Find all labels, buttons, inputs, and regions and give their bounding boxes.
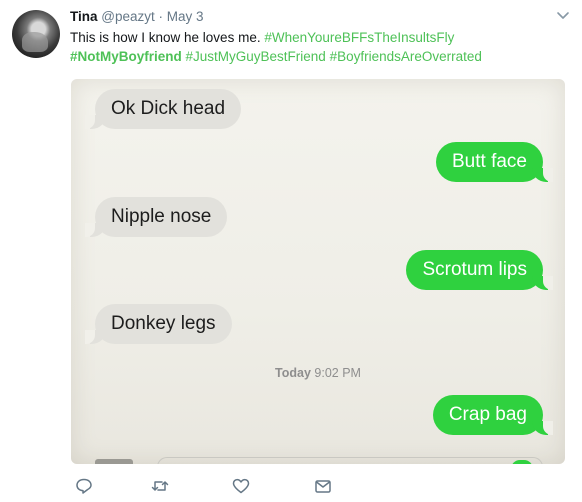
separator-dot: ·	[158, 9, 164, 24]
timestamp-day: Today	[275, 366, 311, 380]
direct-message-button[interactable]	[313, 476, 333, 496]
message-input-field	[157, 457, 543, 464]
like-button[interactable]	[231, 476, 251, 496]
hashtag-links[interactable]: #JustMyGuyBestFriend #BoyfriendsAreOverr…	[182, 49, 482, 64]
message-bubble-sent: Scrotum lips	[406, 250, 553, 290]
message-timestamp: Today 9:02 PM	[71, 366, 565, 380]
author-handle[interactable]: @peazyt	[101, 9, 154, 24]
avatar[interactable]	[12, 10, 60, 58]
reply-button[interactable]	[74, 476, 94, 496]
like-icon	[232, 478, 250, 494]
tweet-date[interactable]: May 3	[167, 9, 204, 24]
tweet-text: This is how I know he loves me. #WhenYou…	[70, 28, 570, 66]
tweet-text-plain: This is how I know he loves me.	[70, 30, 265, 45]
message-bubble-sent: Crap bag	[432, 395, 554, 435]
hashtag-link[interactable]: #NotMyBoyfriend	[70, 49, 182, 64]
message-bubble-received: Ok Dick head	[84, 89, 242, 129]
tweet-media-image[interactable]: Ok Dick head Butt face Nipple nose Scrot…	[71, 79, 565, 464]
message-bubble-received: Nipple nose	[84, 197, 228, 237]
reply-icon	[76, 478, 92, 494]
retweet-icon	[151, 481, 169, 491]
camera-button	[95, 459, 133, 464]
tweet-actions	[70, 476, 370, 498]
message-bubble-sent: Butt face	[436, 142, 553, 182]
chevron-down-icon[interactable]	[556, 9, 570, 23]
retweet-button[interactable]	[150, 476, 170, 496]
timestamp-time: 9:02 PM	[310, 366, 361, 380]
tweet-header: Tina @peazyt · May 3	[70, 8, 562, 26]
author-name[interactable]: Tina	[70, 9, 98, 24]
message-bubble-received: Donkey legs	[85, 304, 232, 344]
hashtag-link[interactable]: #WhenYoureBFFsTheInsultsFly	[264, 30, 454, 45]
message-input-bar	[95, 455, 555, 464]
direct-message-icon	[315, 480, 331, 493]
